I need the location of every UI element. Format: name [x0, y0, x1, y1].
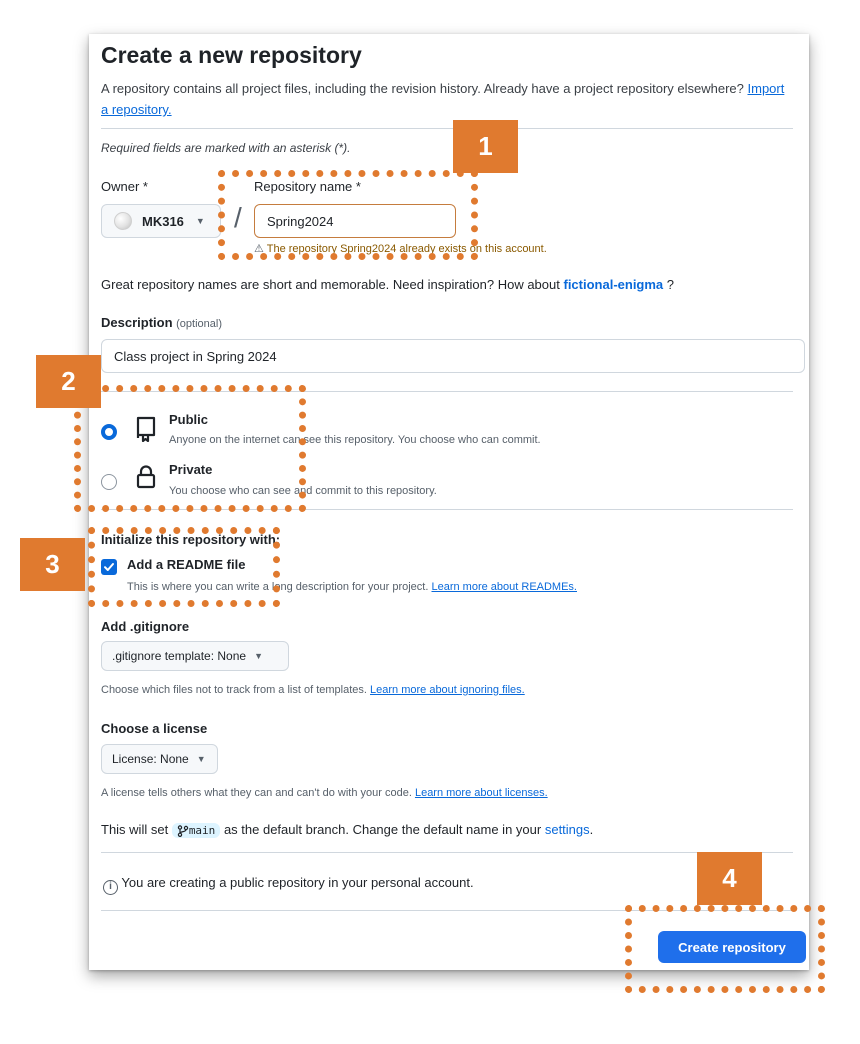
owner-value: MK316: [142, 213, 184, 229]
info-icon: i: [103, 880, 118, 895]
license-help: A license tells others what they can and…: [101, 787, 548, 799]
annotation-badge-2: 2: [36, 355, 101, 408]
divider: [101, 509, 793, 510]
settings-link[interactable]: settings: [545, 822, 590, 837]
public-description: Anyone on the internet can see this repo…: [169, 434, 541, 446]
public-title: Public: [169, 412, 209, 427]
initialize-heading: Initialize this repository with:: [101, 532, 281, 547]
create-repository-panel: Create a new repository A repository con…: [89, 34, 809, 970]
caret-down-icon: ▼: [196, 754, 206, 764]
branch-suffix: .: [589, 822, 594, 837]
suggestion-text: Great repository names are short and mem…: [101, 277, 560, 292]
gitignore-template-select[interactable]: .gitignore template: None ▼: [101, 641, 289, 671]
license-learn-more-link[interactable]: Learn more about licenses.: [415, 787, 548, 799]
owner-dropdown[interactable]: MK316 ▼: [101, 204, 221, 238]
avatar: [114, 212, 132, 230]
divider: [101, 852, 793, 853]
create-repository-button[interactable]: Create repository: [658, 931, 806, 963]
intro-description: A repository contains all project files,…: [101, 81, 744, 96]
description-input[interactable]: [101, 339, 805, 373]
gitignore-help: Choose which files not to track from a l…: [101, 684, 525, 696]
page-title: Create a new repository: [101, 42, 362, 68]
repo-name-warning-text: The repository Spring2024 already exists…: [266, 243, 547, 255]
git-branch-icon: [177, 824, 189, 837]
lock-icon: [136, 465, 156, 489]
repository-name-input[interactable]: [254, 204, 456, 238]
repo-icon: [136, 416, 156, 442]
branch-prefix: This will set: [101, 822, 169, 837]
slash-separator: /: [234, 202, 242, 233]
description-label-text: Description: [101, 315, 173, 330]
license-heading: Choose a license: [101, 721, 208, 736]
branch-name: main: [188, 824, 216, 838]
info-note: i You are creating a public repository i…: [103, 875, 474, 895]
divider: [101, 128, 793, 129]
info-note-text: You are creating a public repository in …: [121, 875, 474, 890]
private-title: Private: [169, 462, 213, 477]
annotation-badge-1: 1: [453, 120, 518, 173]
gitignore-heading: Add .gitignore: [101, 619, 190, 634]
gitignore-select-value: .gitignore template: None: [112, 649, 247, 663]
name-suggestion: Great repository names are short and mem…: [101, 277, 674, 292]
repo-name-label: Repository name *: [254, 179, 361, 194]
license-description: A license tells others what they can and…: [101, 787, 412, 799]
caret-down-icon: ▼: [254, 651, 264, 661]
annotation-badge-3: 3: [20, 538, 85, 591]
repo-name-warning: ⚠ The repository Spring2024 already exis…: [254, 242, 547, 255]
license-select-value: License: None: [112, 752, 189, 766]
readme-label[interactable]: Add a README file: [127, 557, 245, 572]
private-description: You choose who can see and commit to thi…: [169, 485, 437, 497]
description-optional-tag: (optional): [176, 318, 222, 330]
readme-help: This is where you can write a long descr…: [127, 581, 577, 593]
gitignore-description: Choose which files not to track from a l…: [101, 684, 367, 696]
caret-down-icon: ▼: [195, 216, 205, 226]
check-icon: [104, 563, 114, 571]
description-label: Description (optional): [101, 315, 222, 330]
readme-description: This is where you can write a long descr…: [127, 581, 429, 593]
divider: [101, 391, 793, 392]
public-radio[interactable]: [101, 424, 117, 440]
owner-label: Owner *: [101, 179, 148, 194]
annotation-badge-4: 4: [697, 852, 762, 905]
branch-middle: as the default branch. Change the defaul…: [223, 822, 542, 837]
license-select[interactable]: License: None ▼: [101, 744, 218, 774]
readme-learn-more-link[interactable]: Learn more about READMEs.: [431, 581, 577, 593]
required-fields-note: Required fields are marked with an aster…: [101, 141, 351, 155]
suggested-name-link[interactable]: fictional-enigma: [563, 277, 663, 292]
alert-icon: ⚠: [254, 243, 264, 255]
private-radio[interactable]: [101, 474, 117, 490]
default-branch-note: This will set main as the default branch…: [101, 822, 594, 839]
intro-text: A repository contains all project files,…: [101, 78, 791, 120]
readme-checkbox[interactable]: [101, 559, 117, 575]
divider: [101, 910, 793, 911]
gitignore-learn-more-link[interactable]: Learn more about ignoring files.: [370, 684, 525, 696]
suggestion-tail: ?: [666, 277, 675, 292]
branch-pill: main: [171, 823, 221, 839]
